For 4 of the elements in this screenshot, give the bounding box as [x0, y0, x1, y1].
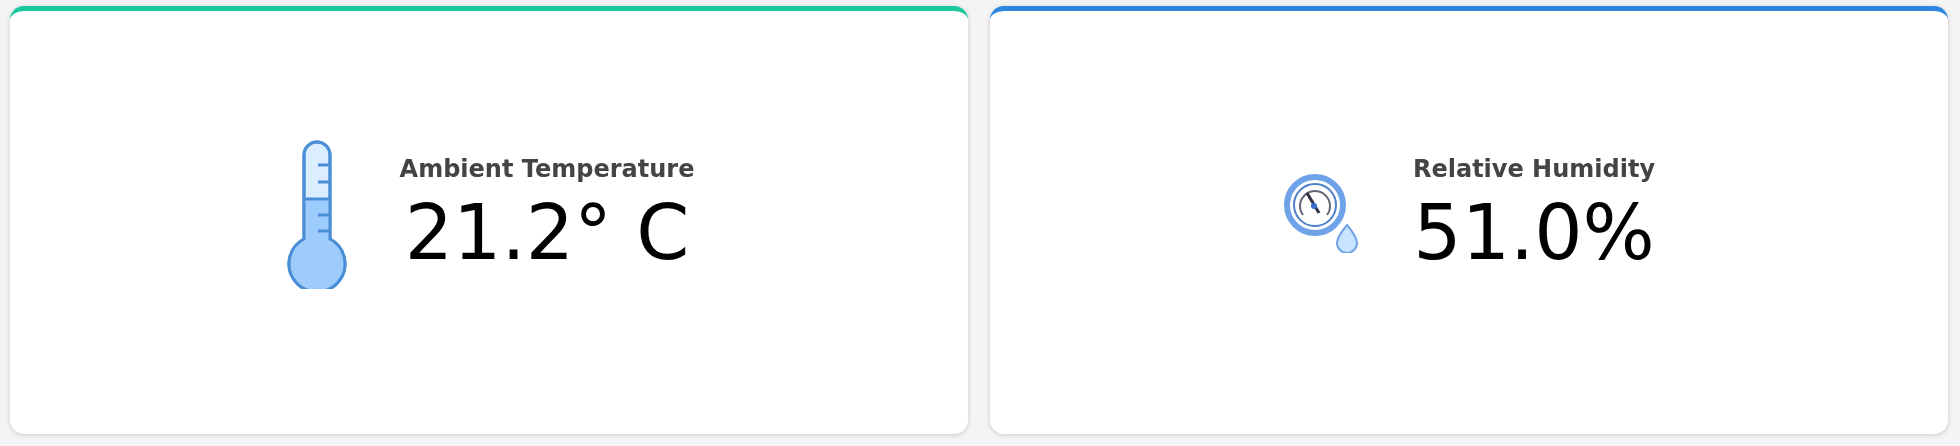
card-title: Ambient Temperature — [399, 154, 695, 183]
card-title: Relative Humidity — [1412, 154, 1656, 183]
reading-value: 21.2° C — [404, 194, 690, 271]
reading-value: 51.0% — [1413, 194, 1655, 271]
